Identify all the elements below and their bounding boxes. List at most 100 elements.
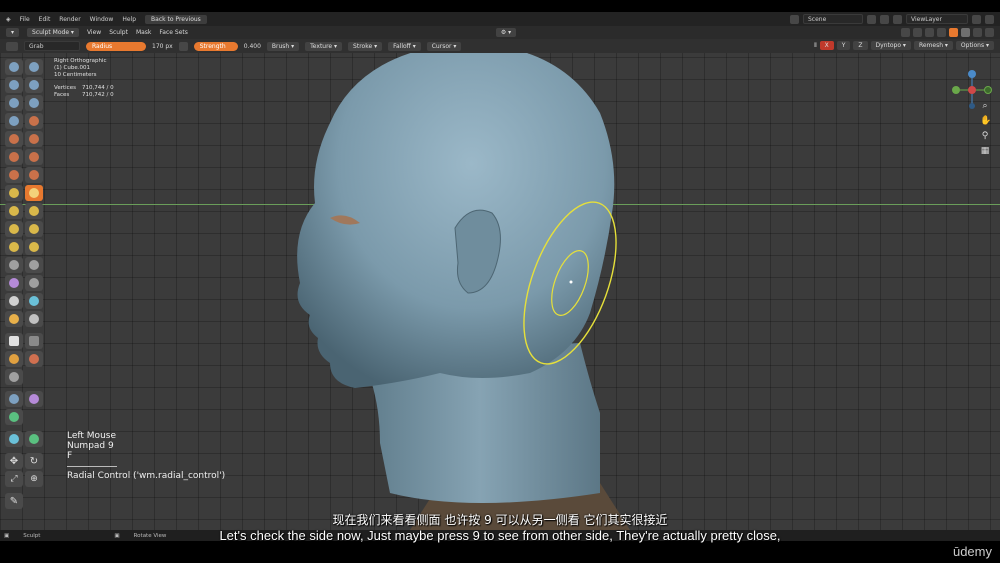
radius-slider[interactable]: Radius xyxy=(86,41,146,51)
menu-sculpt[interactable]: Sculpt xyxy=(109,29,128,36)
pressure-icon[interactable] xyxy=(178,41,188,51)
pinch-brush-icon[interactable] xyxy=(5,185,23,201)
pose-brush-icon[interactable] xyxy=(25,221,43,237)
edit-face-set-icon[interactable] xyxy=(5,431,23,447)
smear-brush-icon[interactable] xyxy=(25,311,43,327)
rendered-shading-icon[interactable] xyxy=(985,28,994,37)
menu-edit[interactable]: Edit xyxy=(39,16,51,23)
strength-value[interactable]: 0.400 xyxy=(244,43,261,50)
rotate-tool-icon[interactable]: ↻ xyxy=(25,453,43,469)
texture-dropdown[interactable]: Texture ▾ xyxy=(305,41,343,51)
mesh-filter-icon[interactable] xyxy=(5,391,23,407)
line-project-icon[interactable] xyxy=(5,369,23,385)
transform-orientation-dropdown[interactable]: ⚙ ▾ xyxy=(495,28,517,37)
layer-brush-icon[interactable] xyxy=(25,95,43,111)
symmetry-y-toggle[interactable]: Y xyxy=(836,41,851,50)
inflate-brush-icon[interactable] xyxy=(5,113,23,129)
crease-brush-icon[interactable] xyxy=(5,131,23,147)
menu-render[interactable]: Render xyxy=(59,16,80,23)
box-face-set-icon[interactable] xyxy=(5,351,23,367)
smooth-brush-icon[interactable] xyxy=(25,131,43,147)
scene-icon[interactable] xyxy=(790,14,799,24)
thumb-brush-icon[interactable] xyxy=(5,221,23,237)
paint-brush-icon[interactable] xyxy=(5,311,23,327)
flatten-brush-icon[interactable] xyxy=(5,149,23,165)
delete-scene-icon[interactable] xyxy=(880,14,889,24)
mode-dropdown[interactable]: Sculpt Mode ▾ xyxy=(27,28,79,37)
cloth-brush-icon[interactable] xyxy=(5,275,23,291)
fill-brush-icon[interactable] xyxy=(25,149,43,165)
clay-brush-icon[interactable] xyxy=(5,77,23,93)
back-to-previous-button[interactable]: Back to Previous xyxy=(145,14,207,24)
copy-scene-icon[interactable] xyxy=(867,14,876,24)
udemy-logo: ūdemy xyxy=(952,544,992,559)
brush-selector[interactable]: Grab xyxy=(24,41,80,51)
boundary-brush-icon[interactable] xyxy=(25,257,43,273)
draw-sharp-brush-icon[interactable] xyxy=(25,59,43,75)
options-dropdown[interactable]: Options ▾ xyxy=(955,41,994,50)
strength-slider[interactable]: Strength xyxy=(193,41,238,51)
pan-hand-icon[interactable]: ✋ xyxy=(980,116,991,126)
elastic-deform-brush-icon[interactable] xyxy=(5,203,23,219)
camera-view-icon[interactable]: ⚲ xyxy=(980,131,990,141)
ortho-grid-icon[interactable]: ▦ xyxy=(980,146,990,156)
symmetry-z-toggle[interactable]: Z xyxy=(853,41,868,50)
falloff-dropdown[interactable]: Falloff ▾ xyxy=(388,41,421,51)
multiplane-scrape-brush-icon[interactable] xyxy=(25,167,43,183)
remesh-dropdown[interactable]: Remesh ▾ xyxy=(913,41,953,50)
radius-value[interactable]: 170 px xyxy=(152,43,173,50)
annotate-tool-icon[interactable]: ✎ xyxy=(5,493,23,509)
scrape-brush-icon[interactable] xyxy=(5,167,23,183)
cloth-filter-icon[interactable] xyxy=(25,391,43,407)
mask-brush-icon[interactable] xyxy=(5,293,23,309)
delete-layer-icon[interactable] xyxy=(985,14,994,24)
clay-thumb-brush-icon[interactable] xyxy=(5,95,23,111)
dyntopo-dropdown[interactable]: Dyntopo ▾ xyxy=(870,41,911,50)
copy-layer-icon[interactable] xyxy=(972,14,981,24)
slide-relax-brush-icon[interactable] xyxy=(5,257,23,273)
snake-hook-brush-icon[interactable] xyxy=(25,203,43,219)
blender-logo-icon[interactable]: ◈ xyxy=(6,16,11,23)
draw-brush-icon[interactable] xyxy=(5,59,23,75)
menu-view[interactable]: View xyxy=(87,29,101,36)
color-filter-icon[interactable] xyxy=(5,409,23,425)
view-layer-icon[interactable] xyxy=(893,14,902,24)
3d-viewport[interactable]: ✥ ↻ ⤢ ⊕ ✎ Right Orthographic (1) Cube.00… xyxy=(0,53,1000,530)
scene-field[interactable]: Scene xyxy=(803,14,863,24)
menu-help[interactable]: Help xyxy=(122,16,136,23)
box-mask-icon[interactable] xyxy=(5,333,23,349)
simplify-brush-icon[interactable] xyxy=(25,275,43,291)
symmetry-x-toggle[interactable]: X xyxy=(819,41,834,50)
menu-window[interactable]: Window xyxy=(90,16,114,23)
visibility-icon[interactable] xyxy=(901,28,910,37)
scale-tool-icon[interactable]: ⤢ xyxy=(5,471,23,487)
menu-mask[interactable]: Mask xyxy=(136,29,151,36)
box-hide-icon[interactable] xyxy=(25,333,43,349)
view-layer-field[interactable]: ViewLayer xyxy=(906,14,968,24)
clay-strips-brush-icon[interactable] xyxy=(25,77,43,93)
grab-brush-icon[interactable] xyxy=(25,185,43,201)
wireframe-shading-icon[interactable] xyxy=(949,28,958,37)
mask-by-color-icon[interactable] xyxy=(25,431,43,447)
cursor-dropdown[interactable]: Cursor ▾ xyxy=(426,41,462,51)
transform-tool-icon[interactable]: ⊕ xyxy=(25,471,43,487)
editor-type-dropdown[interactable]: ▾ xyxy=(6,28,20,37)
solid-shading-icon[interactable] xyxy=(961,28,970,37)
box-trim-icon[interactable] xyxy=(25,351,43,367)
material-shading-icon[interactable] xyxy=(973,28,982,37)
rotate-brush-icon[interactable] xyxy=(25,239,43,255)
move-tool-icon[interactable]: ✥ xyxy=(5,453,23,469)
stroke-dropdown[interactable]: Stroke ▾ xyxy=(348,41,383,51)
xray-icon[interactable] xyxy=(937,28,946,37)
menu-file[interactable]: File xyxy=(20,16,30,23)
blob-brush-icon[interactable] xyxy=(25,113,43,129)
gizmo-icon[interactable] xyxy=(913,28,922,37)
nudge-brush-icon[interactable] xyxy=(5,239,23,255)
menu-face-sets[interactable]: Face Sets xyxy=(159,29,187,36)
dyntopo-label: Dyntopo xyxy=(875,42,902,49)
overlay-icon[interactable] xyxy=(925,28,934,37)
draw-face-sets-icon[interactable] xyxy=(25,293,43,309)
zoom-icon[interactable]: ⌕ xyxy=(980,101,990,111)
brush-icon[interactable] xyxy=(6,41,18,51)
brush-dropdown[interactable]: Brush ▾ xyxy=(266,41,300,51)
